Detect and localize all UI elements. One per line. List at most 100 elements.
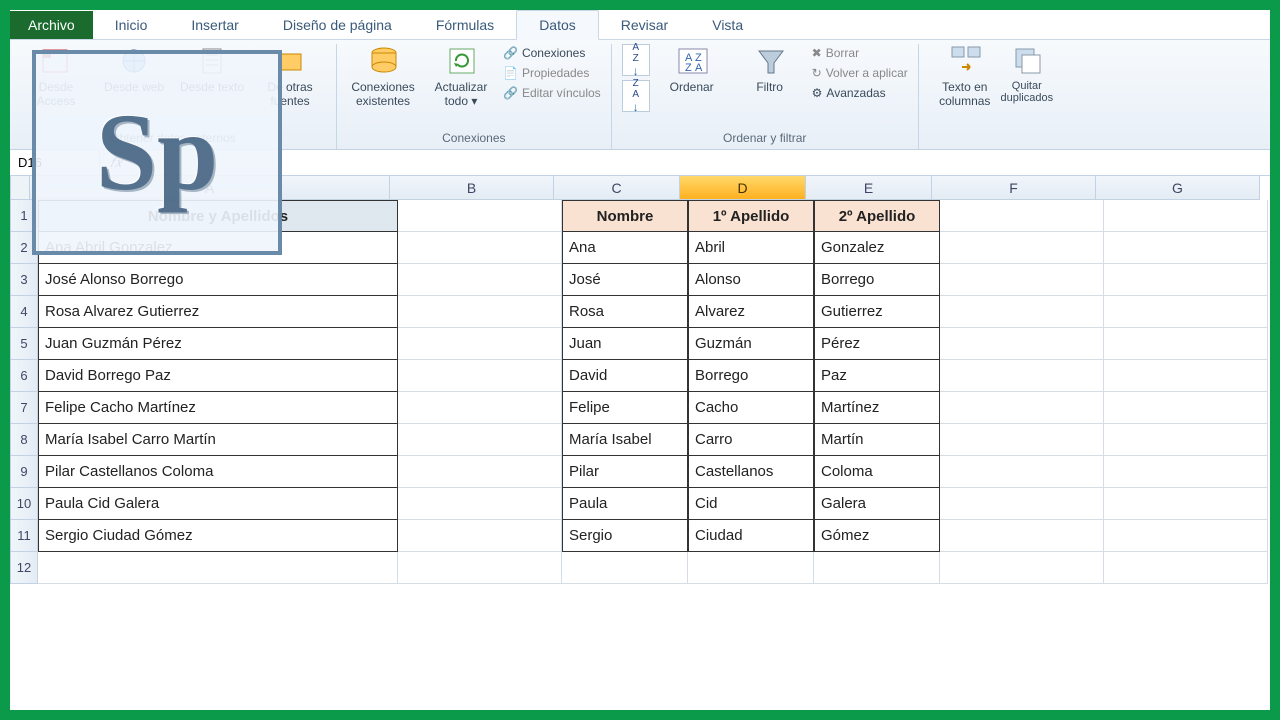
- cell[interactable]: [1104, 296, 1268, 328]
- cell[interactable]: Ciudad: [688, 520, 814, 552]
- cell[interactable]: [940, 552, 1104, 584]
- cell[interactable]: [940, 200, 1104, 232]
- cell[interactable]: [398, 456, 562, 488]
- cell[interactable]: Juan: [562, 328, 688, 360]
- cell[interactable]: Paz: [814, 360, 940, 392]
- cell[interactable]: Pilar: [562, 456, 688, 488]
- cell[interactable]: Cacho: [688, 392, 814, 424]
- cell[interactable]: [562, 552, 688, 584]
- col-header-d[interactable]: D: [680, 176, 806, 200]
- col-header-c[interactable]: C: [554, 176, 680, 200]
- cell[interactable]: Gutierrez: [814, 296, 940, 328]
- cell[interactable]: Sergio: [562, 520, 688, 552]
- cell[interactable]: [940, 296, 1104, 328]
- cell[interactable]: Rosa: [562, 296, 688, 328]
- cell[interactable]: Paula: [562, 488, 688, 520]
- cell[interactable]: [398, 232, 562, 264]
- cell[interactable]: David: [562, 360, 688, 392]
- cell[interactable]: [940, 392, 1104, 424]
- cell[interactable]: [1104, 264, 1268, 296]
- cell[interactable]: [1104, 200, 1268, 232]
- cell[interactable]: Felipe Cacho Martínez: [38, 392, 398, 424]
- actualizar-todo-button[interactable]: Actualizar todo ▾: [425, 44, 497, 108]
- cell[interactable]: [1104, 232, 1268, 264]
- row-header[interactable]: 10: [10, 488, 38, 520]
- cell[interactable]: [940, 424, 1104, 456]
- cell[interactable]: Alvarez: [688, 296, 814, 328]
- cell[interactable]: Pérez: [814, 328, 940, 360]
- row-header[interactable]: 12: [10, 552, 38, 584]
- row-header[interactable]: 9: [10, 456, 38, 488]
- cell[interactable]: [398, 552, 562, 584]
- cell[interactable]: David Borrego Paz: [38, 360, 398, 392]
- col-header-b[interactable]: B: [390, 176, 554, 200]
- cell[interactable]: [1104, 328, 1268, 360]
- cell[interactable]: Coloma: [814, 456, 940, 488]
- cell[interactable]: [398, 200, 562, 232]
- cell[interactable]: [1104, 488, 1268, 520]
- row-header[interactable]: 6: [10, 360, 38, 392]
- cell[interactable]: Gonzalez: [814, 232, 940, 264]
- col-header-f[interactable]: F: [932, 176, 1096, 200]
- cell[interactable]: [38, 552, 398, 584]
- cell[interactable]: Pilar Castellanos Coloma: [38, 456, 398, 488]
- col-header-g[interactable]: G: [1096, 176, 1260, 200]
- cell[interactable]: [940, 488, 1104, 520]
- col-header-e[interactable]: E: [806, 176, 932, 200]
- tab-datos[interactable]: Datos: [516, 10, 599, 40]
- cell[interactable]: [1104, 520, 1268, 552]
- texto-en-columnas-button[interactable]: Texto en columnas: [929, 44, 1001, 108]
- cell[interactable]: Felipe: [562, 392, 688, 424]
- cell[interactable]: Gómez: [814, 520, 940, 552]
- tab-file[interactable]: Archivo: [10, 11, 93, 39]
- tab-diseno[interactable]: Diseño de página: [261, 11, 414, 39]
- filtro-button[interactable]: Filtro: [734, 44, 806, 94]
- tab-formulas[interactable]: Fórmulas: [414, 11, 516, 39]
- row-header[interactable]: 11: [10, 520, 38, 552]
- cell[interactable]: Cid: [688, 488, 814, 520]
- cell[interactable]: Guzmán: [688, 328, 814, 360]
- conexiones-existentes-button[interactable]: Conexiones existentes: [347, 44, 419, 108]
- cell[interactable]: [398, 392, 562, 424]
- cell[interactable]: [398, 520, 562, 552]
- row-header[interactable]: 4: [10, 296, 38, 328]
- cell[interactable]: [940, 232, 1104, 264]
- cell[interactable]: Sergio Ciudad Gómez: [38, 520, 398, 552]
- sort-asc-button[interactable]: AZ↓: [622, 44, 650, 76]
- conexiones-button[interactable]: 🔗Conexiones: [503, 44, 601, 62]
- select-all-corner[interactable]: [10, 176, 30, 200]
- cell[interactable]: José: [562, 264, 688, 296]
- cell[interactable]: Borrego: [814, 264, 940, 296]
- row-header[interactable]: 3: [10, 264, 38, 296]
- tab-vista[interactable]: Vista: [690, 11, 765, 39]
- tab-revisar[interactable]: Revisar: [599, 11, 690, 39]
- avanzadas-button[interactable]: ⚙Avanzadas: [812, 84, 908, 102]
- cell[interactable]: [398, 296, 562, 328]
- cell[interactable]: [398, 264, 562, 296]
- cell[interactable]: Ana: [562, 232, 688, 264]
- cell[interactable]: Juan Guzmán Pérez: [38, 328, 398, 360]
- cell[interactable]: [940, 456, 1104, 488]
- cell[interactable]: [1104, 456, 1268, 488]
- cell[interactable]: Borrego: [688, 360, 814, 392]
- row-header[interactable]: 7: [10, 392, 38, 424]
- cell[interactable]: Castellanos: [688, 456, 814, 488]
- cell[interactable]: [398, 488, 562, 520]
- cell[interactable]: [1104, 552, 1268, 584]
- tab-insertar[interactable]: Insertar: [169, 11, 260, 39]
- cell[interactable]: [1104, 360, 1268, 392]
- cell[interactable]: Carro: [688, 424, 814, 456]
- sort-desc-button[interactable]: ZA↓: [622, 80, 650, 112]
- cell[interactable]: [398, 424, 562, 456]
- cell[interactable]: [1104, 392, 1268, 424]
- cell[interactable]: Rosa Alvarez Gutierrez: [38, 296, 398, 328]
- cell[interactable]: María Isabel Carro Martín: [38, 424, 398, 456]
- cell[interactable]: María Isabel: [562, 424, 688, 456]
- cell[interactable]: 1º Apellido: [688, 200, 814, 232]
- cell[interactable]: [1104, 424, 1268, 456]
- cell[interactable]: Martín: [814, 424, 940, 456]
- cell[interactable]: [940, 328, 1104, 360]
- cell[interactable]: [814, 552, 940, 584]
- cell[interactable]: Nombre: [562, 200, 688, 232]
- tab-inicio[interactable]: Inicio: [93, 11, 170, 39]
